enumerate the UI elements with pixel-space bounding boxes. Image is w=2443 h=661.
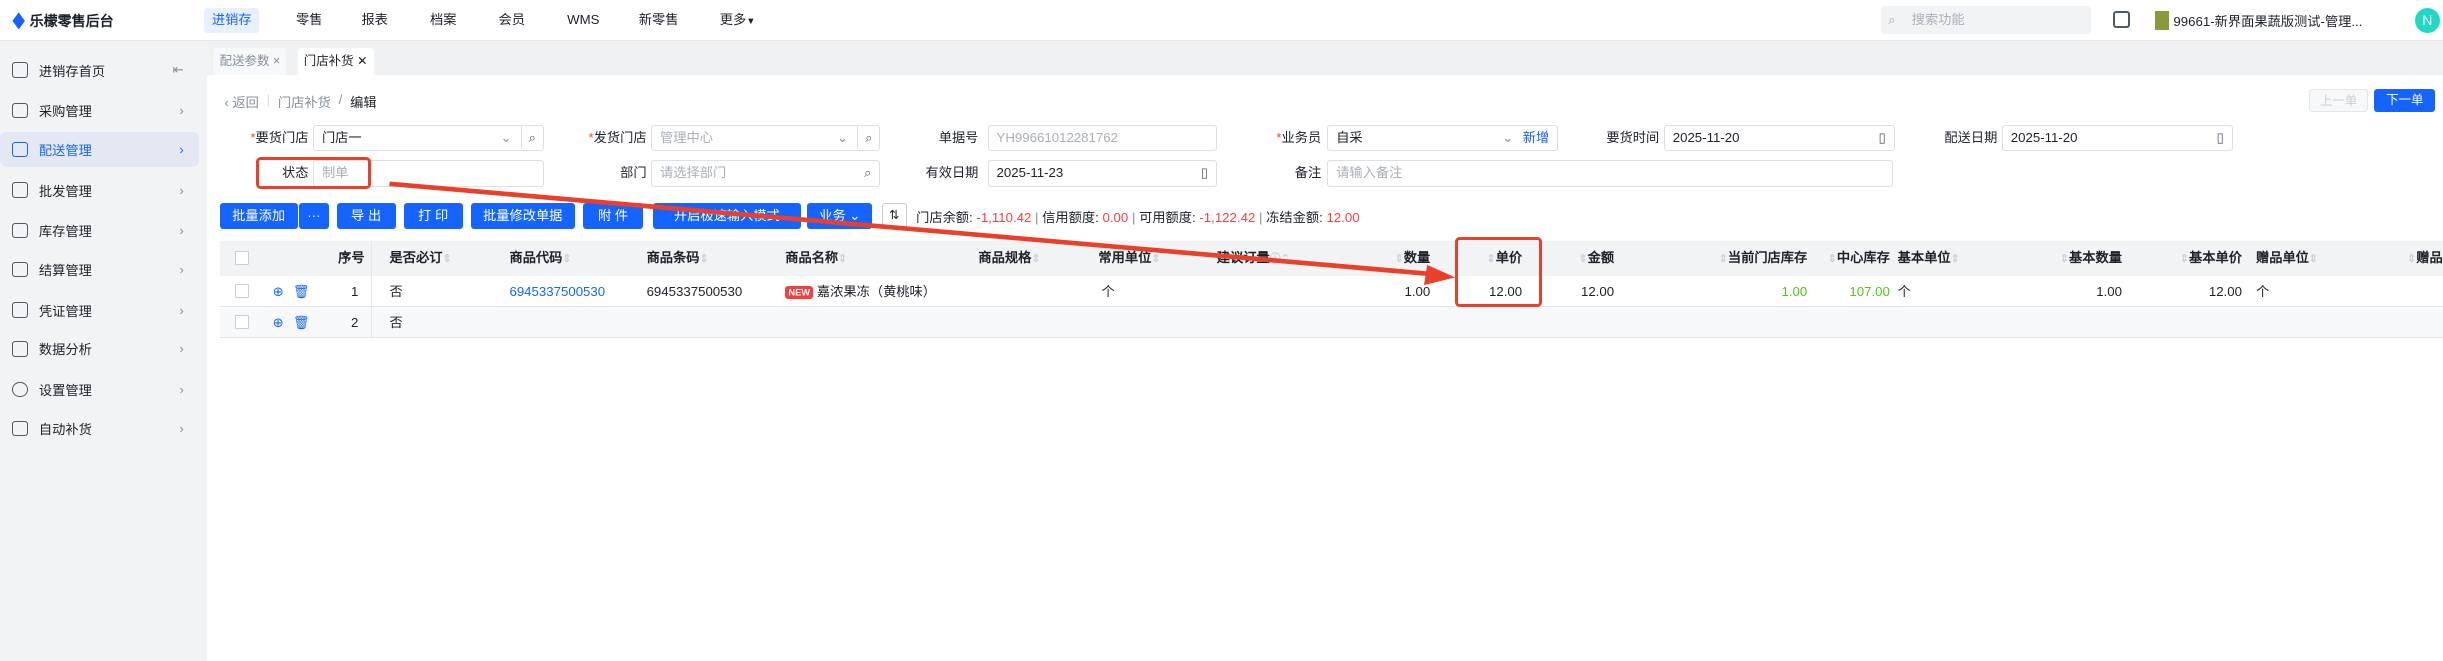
- annotation-arrow: [389, 181, 1456, 286]
